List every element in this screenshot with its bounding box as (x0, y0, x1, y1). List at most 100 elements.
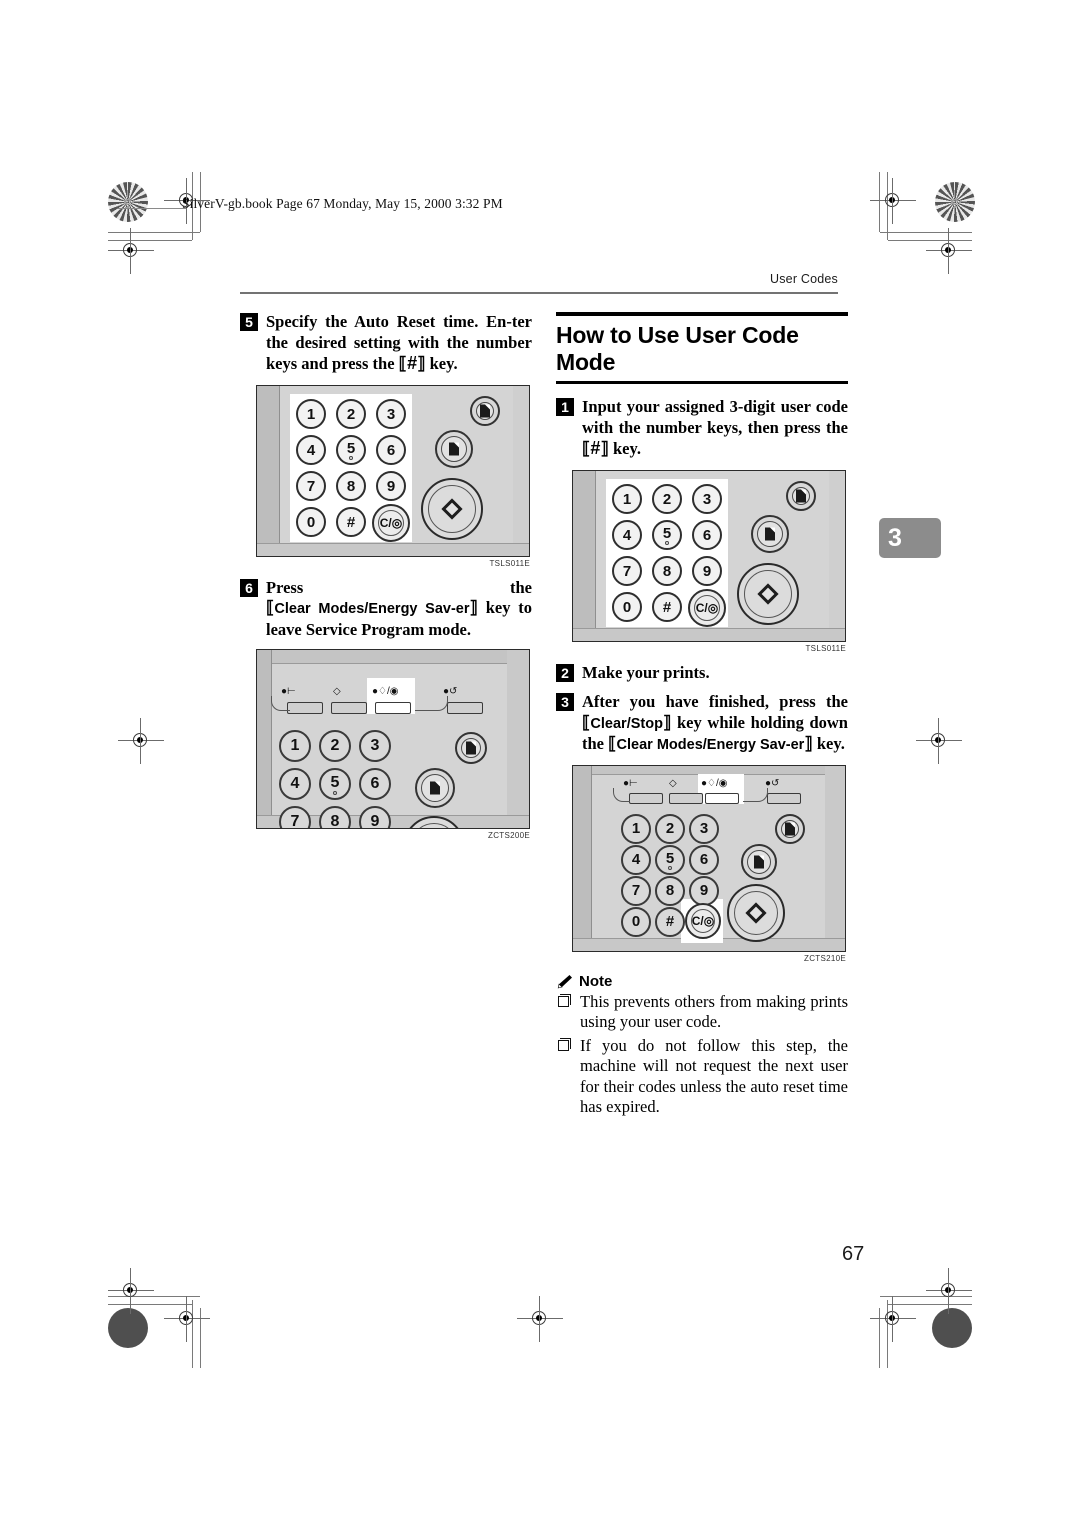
step-number: 3 (556, 693, 574, 711)
number-key-4: 4 (621, 844, 651, 875)
program-key (669, 792, 703, 804)
clear-modes-energy-saver-key-reference: ⟦Clear Modes/Energy Sav-er⟧ (608, 734, 813, 753)
number-key-7: 7 (621, 875, 651, 906)
repeat-key (767, 792, 801, 804)
step-2-text: Make your prints. (582, 662, 710, 682)
section-rule-bottom (556, 381, 848, 384)
number-key-4: 4 (612, 519, 642, 550)
header-rule (240, 292, 838, 294)
number-key-5: 5 (336, 434, 366, 465)
operation-panel-illustration: ●⊢ ◇ ●♢/◉ ●↺ 1 2 3 4 5 6 7 (573, 765, 845, 951)
program-icon: ◇ (669, 777, 677, 789)
chapter-tab: 3 (879, 518, 941, 558)
panel-connector-line (613, 787, 630, 802)
note-item: This prevents others from making prints … (556, 992, 848, 1033)
repeat-icon: ●↺ (765, 777, 780, 789)
panel-connector-line (271, 696, 290, 711)
figure-caption: TSLS011E (489, 558, 530, 568)
clear-modes-energy-saver-key (375, 702, 411, 714)
hash-key-reference: ⟦#⟧ (582, 438, 609, 458)
number-key-3: 3 (376, 398, 406, 429)
hash-key-reference: ⟦#⟧ (398, 353, 426, 373)
panel-connector-line (743, 787, 768, 802)
note-bullet-icon (558, 993, 571, 1007)
book-file-line: SilverV-gb.book Page 67 Monday, May 15, … (182, 196, 503, 211)
start-key (737, 562, 799, 625)
figure-keypad-1: 1 2 3 4 5 6 7 8 9 0 # C/◎ TSLS011E (256, 384, 532, 568)
number-key-7: 7 (296, 470, 326, 501)
step-6-text-a: Press the (266, 577, 532, 597)
solid-registration-dot-bottom-left (108, 1308, 148, 1348)
program-icon: ◇ (333, 686, 341, 697)
step-1: 1 Input your assigned 3-digit user code w… (556, 397, 848, 461)
registration-mark-top-right (926, 228, 972, 274)
start-key (421, 477, 483, 540)
step-number: 2 (556, 663, 574, 682)
operation-panel-illustration: 1 2 3 4 5 6 7 8 9 0 # C/◎ (257, 385, 529, 556)
figure-keypad-2: ●⊢ ◇ ●♢/◉ ●↺ 1 2 3 4 5 6 7 8 9 ZCTS200E (256, 649, 532, 840)
step-2: 2 Make your prints. (556, 663, 848, 684)
figure-keypad-3: 1 2 3 4 5 6 7 8 9 0 # C/◎ TSLS011E (572, 469, 848, 653)
clear-stop-key: C/◎ (685, 902, 721, 939)
number-key-hash: # (652, 591, 682, 622)
note-bullet-icon (558, 1037, 571, 1051)
number-key-8: 8 (652, 555, 682, 586)
section-title: How to Use User Code Mode (556, 322, 799, 375)
paper-select-key (415, 768, 455, 808)
number-key-8: 8 (655, 875, 685, 906)
number-key-2: 2 (319, 730, 351, 762)
halftone-registration-dot-top-left (108, 182, 148, 222)
number-key-1: 1 (612, 483, 642, 514)
number-key-2: 2 (336, 398, 366, 429)
interrupt-key (287, 702, 323, 714)
note-item-text: If you do not follow this step, the mach… (580, 1035, 848, 1117)
right-column: How to Use User Code Mode 1 Input your as… (556, 312, 848, 1118)
number-key-9: 9 (689, 875, 719, 906)
interrupt-icon: ●⊢ (623, 777, 638, 789)
figure-keypad-4: ●⊢ ◇ ●♢/◉ ●↺ 1 2 3 4 5 6 7 8 9 0 # C/◎ Z… (572, 764, 848, 963)
repeat-key (447, 702, 483, 714)
paper-select-key (751, 514, 789, 553)
registration-mark-bottom-center (517, 1296, 563, 1342)
clear-stop-key: C/◎ (688, 588, 726, 627)
step-6: 6 Press the ⟦Clear Modes/Energy Sav-er⟧ k… (240, 578, 532, 641)
number-key-9: 9 (359, 806, 391, 828)
number-key-5: 5 (319, 768, 351, 800)
note-heading: Note (556, 973, 848, 990)
step-number: 5 (240, 313, 258, 331)
step-1-text-a: Input your assigned 3-digit user code wi… (582, 397, 848, 437)
number-key-6: 6 (689, 844, 719, 875)
registration-mark-bottom-left-outer (164, 1296, 210, 1342)
step-3-text-c: key. (812, 734, 845, 753)
number-key-6: 6 (692, 519, 722, 550)
paper-select-key (741, 843, 777, 880)
clear-modes-energy-saver-key (705, 792, 739, 804)
document-feeder-key (455, 732, 487, 764)
step-3-text-a: After you have finished, press the (582, 692, 848, 711)
figure-caption: TSLS011E (805, 643, 846, 653)
figure-caption: ZCTS210E (804, 953, 846, 963)
number-key-9: 9 (376, 470, 406, 501)
registration-mark-bottom-right-outer (870, 1296, 916, 1342)
document-feeder-key (786, 480, 816, 511)
number-key-5: 5 (655, 844, 685, 875)
number-key-2: 2 (655, 813, 685, 844)
number-key-0: 0 (621, 906, 651, 937)
number-key-4: 4 (296, 434, 326, 465)
number-key-0: 0 (296, 506, 326, 537)
number-key-4: 4 (279, 768, 311, 800)
start-key (727, 883, 785, 942)
panel-connector-line (415, 696, 448, 711)
number-key-7: 7 (279, 806, 311, 828)
solid-registration-dot-bottom-right (932, 1308, 972, 1348)
number-key-hash: # (336, 506, 366, 537)
number-key-7: 7 (612, 555, 642, 586)
halftone-registration-dot-top-right (935, 182, 975, 222)
registration-mark-bottom-left (108, 1268, 154, 1314)
step-number: 1 (556, 398, 574, 416)
number-key-6: 6 (359, 768, 391, 800)
running-head: User Codes (770, 272, 838, 286)
number-key-8: 8 (319, 806, 351, 828)
left-column: 5 Specify the Auto Reset time. En-ter the… (240, 312, 532, 846)
registration-mark-bottom-right (926, 1268, 972, 1314)
